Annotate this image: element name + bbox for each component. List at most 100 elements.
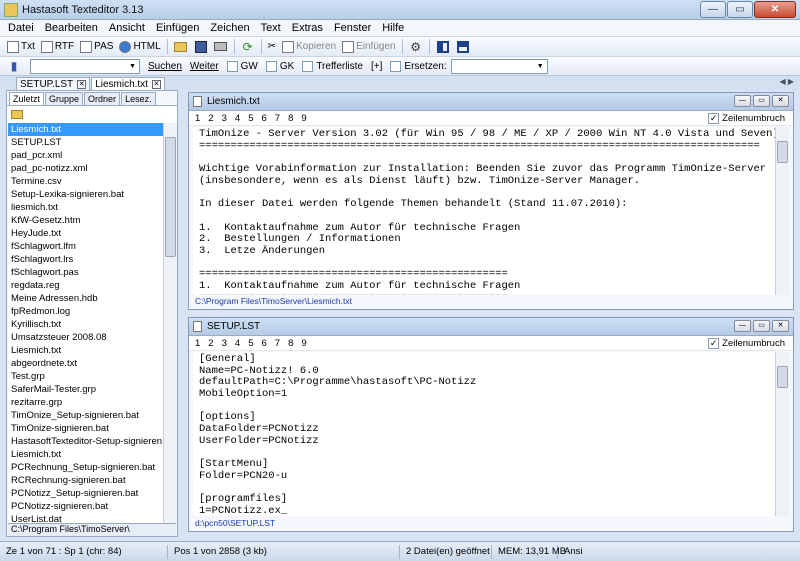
list-item[interactable]: PCNotizz-signieren.bat — [8, 500, 163, 513]
gw-checkbox[interactable]: GW — [226, 60, 258, 72]
list-item[interactable]: abgeordnete.txt — [8, 357, 163, 370]
list-item[interactable]: rezitarre.grp — [8, 396, 163, 409]
open-folder-icon[interactable] — [173, 39, 189, 55]
restore-button[interactable]: ▭ — [753, 320, 770, 332]
list-item[interactable]: fpRedmon.log — [8, 305, 163, 318]
tab-setup-lst[interactable]: SETUP.LST ✕ — [16, 77, 91, 90]
close-icon[interactable]: ✕ — [151, 79, 161, 89]
list-item[interactable]: RCRechnung-signieren.bat — [8, 474, 163, 487]
list-item[interactable]: Meine Adressen.hdb — [8, 292, 163, 305]
close-button[interactable]: ✕ — [772, 320, 789, 332]
bookmark-8[interactable]: 8 — [288, 113, 293, 124]
bookmark-1[interactable]: 1 — [195, 113, 200, 124]
maximize-button[interactable]: ▭ — [727, 1, 753, 18]
hitlist-checkbox[interactable]: Trefferliste — [302, 60, 363, 72]
list-item[interactable]: Liesmich.txt — [8, 448, 163, 461]
checkbox-box[interactable] — [390, 60, 402, 72]
bookmark-3[interactable]: 3 — [222, 338, 227, 349]
list-item[interactable]: HastasoftTexteditor-Setup-signieren.bat — [8, 435, 163, 448]
word-wrap-checkbox[interactable]: ✓ Zeilenumbruch — [708, 113, 785, 124]
tab-gruppe[interactable]: Gruppe — [45, 92, 84, 105]
menu-extras[interactable]: Extras — [292, 22, 323, 34]
bookmark-5[interactable]: 5 — [248, 338, 253, 349]
list-item[interactable]: pad_pcr.xml — [8, 149, 163, 162]
menu-ansicht[interactable]: Ansicht — [109, 22, 145, 34]
list-item[interactable]: UserList.dat — [8, 513, 163, 523]
list-item[interactable]: PCRechnung_Setup-signieren.bat — [8, 461, 163, 474]
split-vertical-icon[interactable] — [435, 39, 451, 55]
tab-zuletzt[interactable]: Zuletzt — [9, 92, 45, 105]
scroll-thumb[interactable] — [165, 137, 176, 257]
folder-open-icon[interactable] — [11, 110, 23, 119]
replace-input[interactable]: ▼ — [450, 58, 548, 74]
tab-scroll-arrows[interactable]: ◀ ▶ — [779, 77, 794, 86]
bookmark-5[interactable]: 5 — [248, 113, 253, 124]
refresh-icon[interactable]: ⟳ — [240, 39, 256, 55]
list-item[interactable]: TimOnize_Setup-signieren.bat — [8, 409, 163, 422]
list-item[interactable]: SETUP.LST — [8, 136, 163, 149]
split-horizontal-icon[interactable] — [455, 39, 471, 55]
close-button[interactable]: ✕ — [754, 1, 796, 18]
list-item[interactable]: SaferMail-Tester.grp — [8, 383, 163, 396]
settings-icon[interactable]: ⚙ — [408, 39, 424, 55]
menu-datei[interactable]: Datei — [8, 22, 34, 34]
list-item[interactable]: Test.grp — [8, 370, 163, 383]
checkbox-checked[interactable]: ✓ — [708, 338, 720, 349]
paste-button[interactable]: Einfügen — [339, 38, 398, 55]
minimize-button[interactable]: — — [734, 95, 751, 107]
close-button[interactable]: ✕ — [772, 95, 789, 107]
tab-liesmich[interactable]: Liesmich.txt ✕ — [91, 77, 165, 90]
bookmark-2[interactable]: 2 — [208, 338, 213, 349]
chevron-down-icon[interactable]: ▼ — [126, 60, 139, 73]
list-item[interactable]: regdata.reg — [8, 279, 163, 292]
list-item[interactable]: Liesmich.txt — [8, 123, 163, 136]
bookmark-4[interactable]: 4 — [235, 338, 240, 349]
close-icon[interactable]: ✕ — [77, 79, 87, 89]
new-txt-button[interactable]: Txt — [4, 38, 38, 55]
bookmark-6[interactable]: 6 — [261, 113, 266, 124]
cut-button[interactable]: ✂ — [265, 38, 279, 55]
copy-button[interactable]: Kopieren — [279, 38, 339, 55]
bookmark-7[interactable]: 7 — [275, 338, 280, 349]
editor-text-area[interactable]: TimOnize - Server Version 3.02 (für Win … — [193, 127, 777, 295]
gk-checkbox[interactable]: GK — [265, 60, 294, 72]
menu-bearbeiten[interactable]: Bearbeiten — [45, 22, 98, 34]
checkbox-box[interactable] — [302, 60, 314, 72]
list-item[interactable]: fSchlagwort.lfm — [8, 240, 163, 253]
list-item[interactable]: Setup-Lexika-signieren.bat — [8, 188, 163, 201]
list-item[interactable]: Termine.csv — [8, 175, 163, 188]
bookmark-8[interactable]: 8 — [288, 338, 293, 349]
scroll-thumb[interactable] — [777, 366, 788, 388]
editor-scrollbar[interactable] — [775, 127, 789, 295]
bookmark-6[interactable]: 6 — [261, 338, 266, 349]
checkbox-box[interactable] — [226, 60, 238, 72]
bookmark-2[interactable]: 2 — [208, 113, 213, 124]
plus-button[interactable]: [+] — [371, 61, 382, 72]
list-item[interactable]: KfW-Gesetz.htm — [8, 214, 163, 227]
menu-hilfe[interactable]: Hilfe — [382, 22, 404, 34]
list-item[interactable]: fSchlagwort.pas — [8, 266, 163, 279]
list-item[interactable]: PCNotizz_Setup-signieren.bat — [8, 487, 163, 500]
minimize-button[interactable]: — — [734, 320, 751, 332]
list-item[interactable]: liesmich.txt — [8, 201, 163, 214]
checkbox-box[interactable] — [265, 60, 277, 72]
new-pas-button[interactable]: PAS — [77, 38, 116, 55]
bookmark-4[interactable]: 4 — [235, 113, 240, 124]
chevron-down-icon[interactable]: ▼ — [534, 60, 547, 73]
minimize-button[interactable]: — — [700, 1, 726, 18]
file-list-scrollbar[interactable] — [163, 123, 177, 523]
save-icon[interactable] — [193, 39, 209, 55]
restore-button[interactable]: ▭ — [753, 95, 770, 107]
bookmark-3[interactable]: 3 — [222, 113, 227, 124]
tab-ordner[interactable]: Ordner — [84, 92, 121, 105]
search-tool-icon[interactable]: ▮ — [6, 58, 22, 74]
list-item[interactable]: TimOnize-signieren.bat — [8, 422, 163, 435]
new-rtf-button[interactable]: RTF — [38, 38, 77, 55]
new-html-button[interactable]: HTML — [116, 38, 163, 55]
tab-lesezeichen[interactable]: Lesez. — [121, 92, 156, 105]
list-item[interactable]: pad_pc-notizz.xml — [8, 162, 163, 175]
list-item[interactable]: Umsatzsteuer 2008.08 — [8, 331, 163, 344]
scroll-thumb[interactable] — [777, 141, 788, 163]
bookmark-9[interactable]: 9 — [301, 338, 306, 349]
print-icon[interactable] — [213, 39, 229, 55]
